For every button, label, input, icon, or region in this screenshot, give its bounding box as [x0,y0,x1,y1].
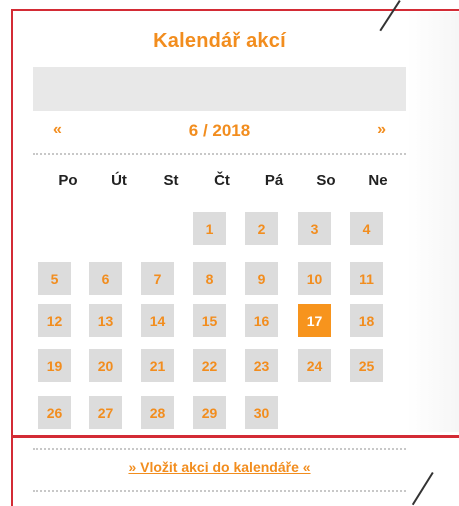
weekday-label: St [163,172,179,189]
weekday-label: Čt [214,172,230,189]
calendar-day[interactable]: 12 [38,304,71,337]
calendar-day[interactable]: 22 [193,349,226,382]
calendar-day[interactable]: 21 [141,349,174,382]
calendar-day[interactable]: 5 [38,262,71,295]
weekday-label: Út [111,172,127,189]
calendar-day[interactable]: 11 [350,262,383,295]
slash-mark-bottom [411,472,434,506]
current-month-label: 6 / 2018 [188,121,251,140]
weekday-label: Po [58,172,78,189]
calendar-day[interactable]: 20 [89,349,122,382]
calendar-day[interactable]: 28 [141,396,174,429]
calendar-day[interactable]: 15 [193,304,226,337]
calendar-day[interactable]: 24 [298,349,331,382]
calendar-day[interactable]: 7 [141,262,174,295]
calendar-day[interactable]: 10 [298,262,331,295]
calendar-day[interactable]: 30 [245,396,278,429]
calendar-title: Kalendář akcí [153,30,286,52]
dotted-divider [33,490,406,492]
calendar-day[interactable]: 2 [245,212,278,245]
red-frame-left-tail [11,437,13,506]
calendar-day[interactable]: 3 [298,212,331,245]
calendar-header-band [33,67,406,111]
calendar-widget: Kalendář akcí « 6 / 2018 » Po Út St Čt Pá So N… [0,0,459,506]
weekday-label: So [316,172,336,189]
calendar-day-selected[interactable]: 17 [298,304,331,337]
calendar-day[interactable]: 19 [38,349,71,382]
calendar-day[interactable]: 1 [193,212,226,245]
calendar-day[interactable]: 26 [38,396,71,429]
weekday-header: Po Út St Čt Pá So Ne [33,172,393,192]
calendar-day[interactable]: 4 [350,212,383,245]
dotted-divider [33,153,406,155]
red-frame-divider [11,436,459,438]
weekday-label: Ne [368,172,388,189]
weekday-label: Pá [264,172,284,189]
calendar-day[interactable]: 14 [141,304,174,337]
calendar-day[interactable]: 25 [350,349,383,382]
calendar-day[interactable]: 9 [245,262,278,295]
calendar-day[interactable]: 23 [245,349,278,382]
insert-event-link[interactable]: » Vložit akci do kalendáře « [33,459,406,475]
calendar-day[interactable]: 16 [245,304,278,337]
calendar-day[interactable]: 27 [89,396,122,429]
dotted-divider [33,448,406,450]
calendar-day[interactable]: 13 [89,304,122,337]
month-navigation: « 6 / 2018 » [33,121,406,143]
calendar-day[interactable]: 8 [193,262,226,295]
calendar-day[interactable]: 6 [89,262,122,295]
calendar-day[interactable]: 18 [350,304,383,337]
next-month-button[interactable]: » [377,121,386,139]
calendar-day[interactable]: 29 [193,396,226,429]
